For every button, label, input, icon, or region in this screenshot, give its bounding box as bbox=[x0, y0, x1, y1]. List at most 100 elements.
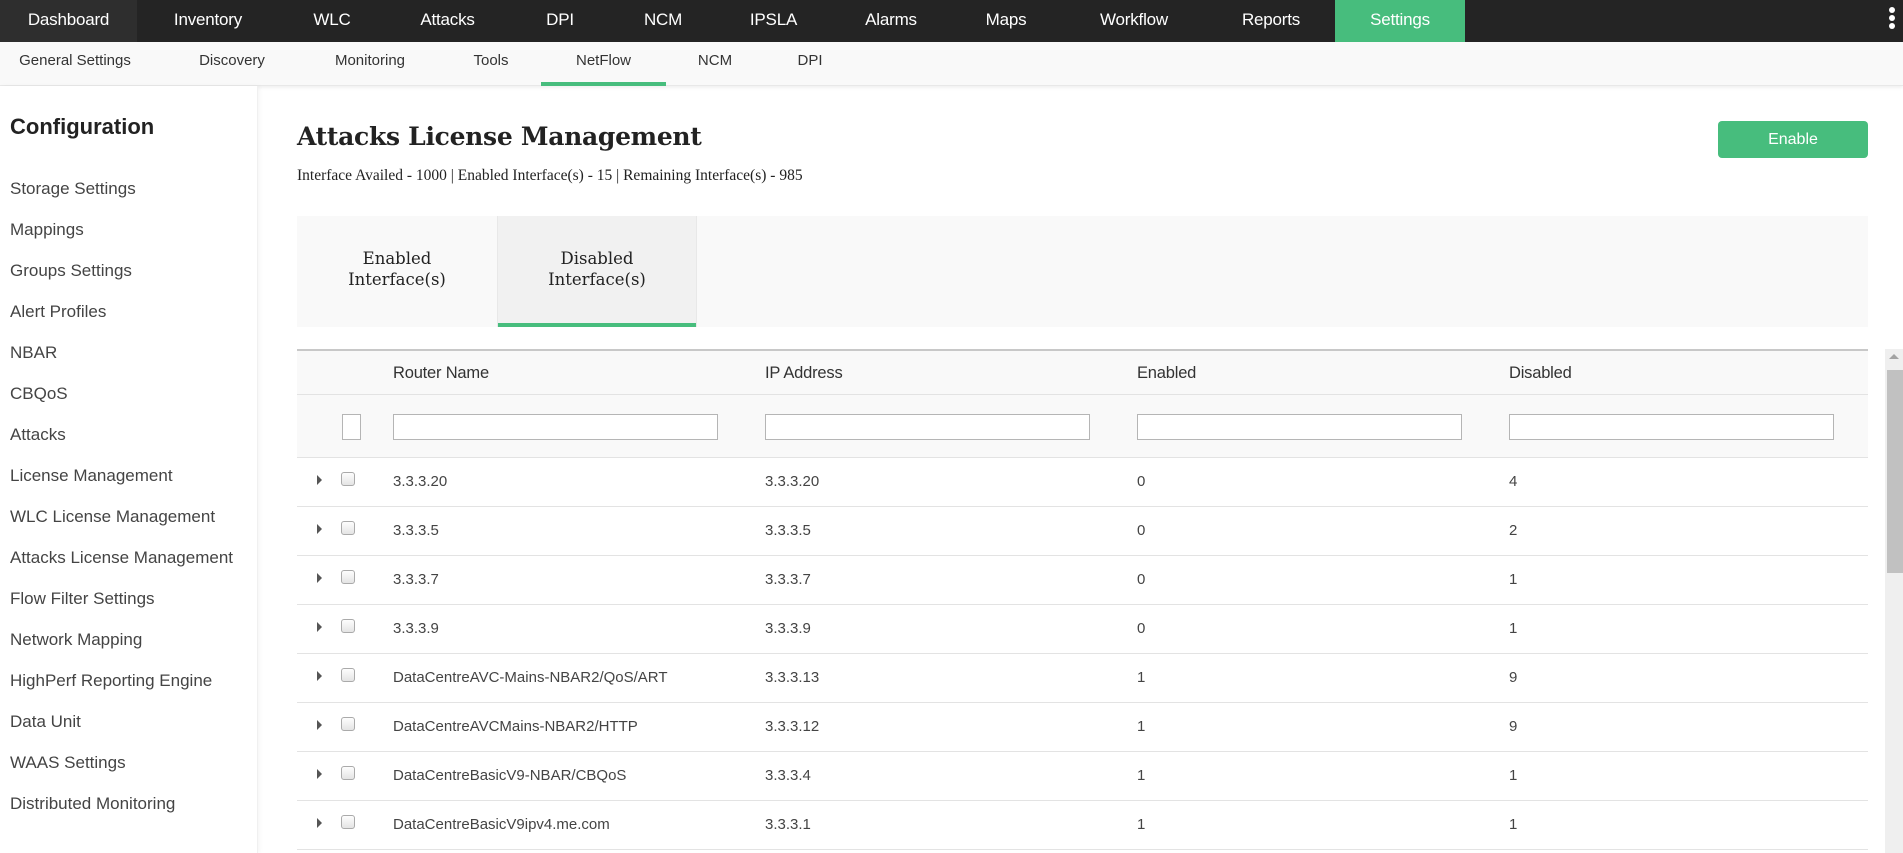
expand-arrow-icon[interactable] bbox=[317, 622, 322, 632]
nav-attacks[interactable]: Attacks bbox=[385, 0, 510, 42]
expand-arrow-icon[interactable] bbox=[317, 818, 322, 828]
row-checkbox[interactable] bbox=[341, 472, 355, 486]
row-checkbox[interactable] bbox=[341, 815, 355, 829]
nav-maps[interactable]: Maps bbox=[951, 0, 1061, 42]
nav-workflow[interactable]: Workflow bbox=[1061, 0, 1207, 42]
subnav-tools[interactable]: Tools bbox=[445, 42, 537, 86]
enabled-count-cell: 1 bbox=[1137, 816, 1146, 833]
expand-arrow-icon[interactable] bbox=[317, 524, 322, 534]
tab-disabled-interfaces[interactable]: Disabled Interface(s) bbox=[497, 216, 697, 327]
disabled-filter-input[interactable] bbox=[1509, 414, 1834, 440]
nav-ipsla[interactable]: IPSLA bbox=[716, 0, 831, 42]
subnav-monitoring[interactable]: Monitoring bbox=[310, 42, 430, 86]
sidebar-item-flow-filter-settings[interactable]: Flow Filter Settings bbox=[10, 589, 155, 609]
router-name-cell: DataCentreAVC-Mains-NBAR2/QoS/ART bbox=[393, 669, 668, 686]
row-checkbox[interactable] bbox=[341, 766, 355, 780]
table-row[interactable]: DataCentreBasicV9-NBAR/CBQoS 3.3.3.4 1 1 bbox=[297, 752, 1868, 801]
router-name-filter-input[interactable] bbox=[393, 414, 718, 440]
router-name-cell: 3.3.3.20 bbox=[393, 473, 448, 490]
expand-arrow-icon[interactable] bbox=[317, 573, 322, 583]
table-row[interactable]: 3.3.3.20 3.3.3.20 0 4 bbox=[297, 458, 1868, 507]
nav-inventory[interactable]: Inventory bbox=[137, 0, 279, 42]
disabled-count-cell: 2 bbox=[1509, 522, 1518, 539]
router-name-cell: 3.3.3.5 bbox=[393, 522, 439, 539]
row-checkbox[interactable] bbox=[341, 521, 355, 535]
expand-arrow-icon[interactable] bbox=[317, 720, 322, 730]
ip-address-cell: 3.3.3.1 bbox=[765, 816, 811, 833]
enable-button[interactable]: Enable bbox=[1718, 121, 1868, 158]
nav-settings[interactable]: Settings bbox=[1335, 0, 1465, 42]
subnav-discovery[interactable]: Discovery bbox=[170, 42, 294, 86]
sidebar-item-nbar[interactable]: NBAR bbox=[10, 343, 57, 363]
select-all-checkbox[interactable] bbox=[342, 414, 361, 440]
sidebar-item-attacks-license-management[interactable]: Attacks License Management bbox=[10, 548, 233, 568]
tab-enabled-interfaces[interactable]: Enabled Interface(s) bbox=[297, 216, 497, 327]
ip-address-cell: 3.3.3.12 bbox=[765, 718, 820, 735]
column-header-disabled[interactable]: Disabled bbox=[1509, 351, 1572, 395]
sidebar-item-distributed-monitoring[interactable]: Distributed Monitoring bbox=[10, 794, 175, 814]
sidebar-title: Configuration bbox=[10, 114, 155, 139]
nav-reports[interactable]: Reports bbox=[1207, 0, 1335, 42]
expand-arrow-icon[interactable] bbox=[317, 671, 322, 681]
sidebar-item-wlc-license-management[interactable]: WLC License Management bbox=[10, 507, 215, 527]
router-name-cell: DataCentreAVCMains-NBAR2/HTTP bbox=[393, 718, 638, 735]
sidebar-item-storage-settings[interactable]: Storage Settings bbox=[10, 179, 136, 199]
table-row[interactable]: DataCentreBasicV9ipv4.me.com 3.3.3.1 1 1 bbox=[297, 801, 1868, 850]
page-title: Attacks License Management bbox=[297, 122, 702, 151]
disabled-count-cell: 9 bbox=[1509, 669, 1518, 686]
scroll-up-arrow-icon[interactable] bbox=[1889, 354, 1899, 359]
sidebar-item-cbqos[interactable]: CBQoS bbox=[10, 384, 68, 404]
expand-arrow-icon[interactable] bbox=[317, 769, 322, 779]
enabled-filter-input[interactable] bbox=[1137, 414, 1462, 440]
more-options-icon[interactable] bbox=[1887, 7, 1897, 35]
nav-wlc[interactable]: WLC bbox=[279, 0, 385, 42]
nav-dashboard[interactable]: Dashboard bbox=[0, 0, 137, 42]
filter-row bbox=[297, 395, 1868, 458]
enabled-count-cell: 1 bbox=[1137, 669, 1146, 686]
disabled-count-cell: 1 bbox=[1509, 620, 1518, 637]
router-name-cell: 3.3.3.7 bbox=[393, 571, 439, 588]
table-row[interactable]: DataCentreAVCMains-NBAR2/HTTP 3.3.3.12 1 9 bbox=[297, 703, 1868, 752]
row-checkbox[interactable] bbox=[341, 619, 355, 633]
sidebar-item-waas-settings[interactable]: WAAS Settings bbox=[10, 753, 126, 773]
ip-address-cell: 3.3.3.20 bbox=[765, 473, 820, 490]
sidebar-item-data-unit[interactable]: Data Unit bbox=[10, 712, 81, 732]
column-header-router-name[interactable]: Router Name bbox=[393, 351, 489, 395]
subnav-dpi[interactable]: DPI bbox=[770, 42, 850, 86]
sidebar-item-license-management[interactable]: License Management bbox=[10, 466, 173, 486]
router-name-cell: DataCentreBasicV9ipv4.me.com bbox=[393, 816, 610, 833]
expand-arrow-icon[interactable] bbox=[317, 475, 322, 485]
subnav-ncm[interactable]: NCM bbox=[675, 42, 755, 86]
sidebar-item-network-mapping[interactable]: Network Mapping bbox=[10, 630, 142, 650]
tab-label-line1: Enabled bbox=[362, 249, 432, 268]
table-row[interactable]: DataCentreAVC-Mains-NBAR2/QoS/ART 3.3.3.1… bbox=[297, 654, 1868, 703]
table-row[interactable]: 3.3.3.5 3.3.3.5 0 2 bbox=[297, 507, 1868, 556]
subnav-general-settings[interactable]: General Settings bbox=[0, 42, 150, 86]
page-scrollbar[interactable] bbox=[1885, 349, 1903, 853]
sidebar-item-attacks[interactable]: Attacks bbox=[10, 425, 66, 445]
enabled-count-cell: 0 bbox=[1137, 522, 1146, 539]
tab-label-line2: Interface(s) bbox=[548, 270, 646, 289]
sidebar-item-groups-settings[interactable]: Groups Settings bbox=[10, 261, 132, 281]
row-checkbox[interactable] bbox=[341, 717, 355, 731]
sidebar-item-alert-profiles[interactable]: Alert Profiles bbox=[10, 302, 106, 322]
nav-ncm[interactable]: NCM bbox=[610, 0, 716, 42]
disabled-count-cell: 1 bbox=[1509, 767, 1518, 784]
tab-label-line2: Interface(s) bbox=[348, 270, 446, 289]
nav-alarms[interactable]: Alarms bbox=[831, 0, 951, 42]
column-header-enabled[interactable]: Enabled bbox=[1137, 351, 1196, 395]
row-checkbox[interactable] bbox=[341, 570, 355, 584]
table-row[interactable]: 3.3.3.9 3.3.3.9 0 1 bbox=[297, 605, 1868, 654]
sidebar-item-mappings[interactable]: Mappings bbox=[10, 220, 84, 240]
subnav-netflow[interactable]: NetFlow bbox=[541, 42, 666, 86]
interface-tabs: Enabled Interface(s) Disabled Interface(… bbox=[297, 216, 1868, 327]
table-row[interactable]: 3.3.3.7 3.3.3.7 0 1 bbox=[297, 556, 1868, 605]
column-header-ip-address[interactable]: IP Address bbox=[765, 351, 843, 395]
row-checkbox[interactable] bbox=[341, 668, 355, 682]
ip-address-filter-input[interactable] bbox=[765, 414, 1090, 440]
router-name-cell: DataCentreBasicV9-NBAR/CBQoS bbox=[393, 767, 627, 784]
ip-address-cell: 3.3.3.7 bbox=[765, 571, 811, 588]
sidebar-item-highperf-reporting-engine[interactable]: HighPerf Reporting Engine bbox=[10, 671, 212, 691]
scrollbar-thumb[interactable] bbox=[1887, 370, 1903, 573]
nav-dpi[interactable]: DPI bbox=[510, 0, 610, 42]
